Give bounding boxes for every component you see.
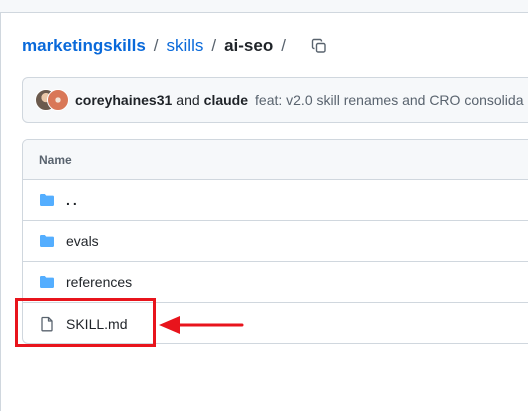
breadcrumb-separator: / — [281, 36, 286, 55]
row-name[interactable]: references — [66, 274, 132, 290]
table-row-evals[interactable]: evals — [23, 221, 528, 262]
table-row-skill-md[interactable]: SKILL.md — [23, 303, 528, 343]
copy-path-button[interactable] — [308, 35, 330, 57]
breadcrumb-repo-link[interactable]: marketingskills — [22, 36, 146, 56]
left-panel-edge — [0, 13, 1, 411]
breadcrumb-separator: / — [153, 36, 159, 55]
table-row-references[interactable]: references — [23, 262, 528, 303]
top-header-strip — [0, 0, 528, 13]
commit-message-link[interactable]: feat: v2.0 skill renames and CRO consoli… — [255, 92, 523, 108]
breadcrumb-current-folder: ai-seo — [224, 36, 274, 55]
row-name[interactable]: evals — [66, 233, 99, 249]
row-name[interactable]: .. — [66, 192, 80, 208]
copy-icon — [311, 38, 326, 53]
file-table: Name .. evals references SKILL.md — [22, 139, 528, 344]
table-row-parent-directory[interactable]: .. — [23, 180, 528, 221]
row-name[interactable]: SKILL.md — [66, 316, 127, 332]
folder-icon — [40, 276, 54, 288]
page: marketingskills / skills / ai-seo / core… — [0, 0, 528, 411]
commit-and-text: and — [176, 92, 200, 108]
commit-author-link[interactable]: coreyhaines31 — [75, 92, 172, 108]
avatar-claude[interactable] — [47, 89, 69, 111]
breadcrumb-skills-link[interactable]: skills — [167, 36, 204, 56]
file-icon — [41, 316, 53, 331]
commit-avatars — [35, 89, 69, 111]
breadcrumb-separator: / — [211, 36, 217, 55]
folder-icon — [40, 194, 54, 206]
table-header-name: Name — [23, 140, 528, 180]
folder-icon — [40, 235, 54, 247]
breadcrumb: marketingskills / skills / ai-seo / — [22, 33, 330, 59]
latest-commit-bar: coreyhaines31 and claude feat: v2.0 skil… — [22, 77, 528, 123]
commit-coauthor-link[interactable]: claude — [204, 92, 248, 108]
